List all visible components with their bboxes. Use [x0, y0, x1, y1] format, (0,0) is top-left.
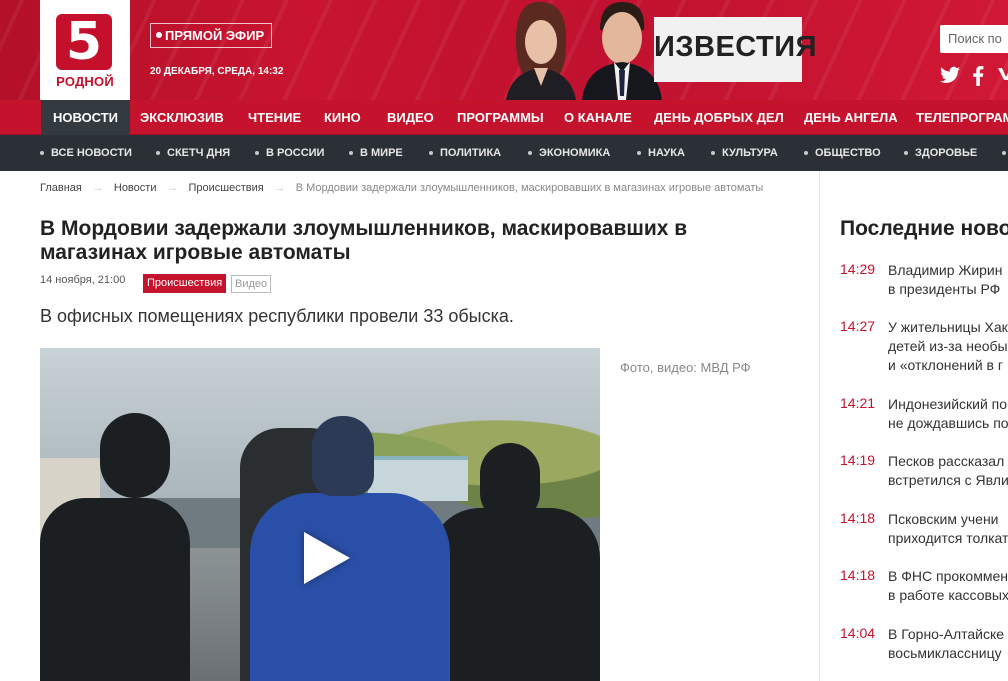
news-headline-line: восьмиклассницу — [888, 645, 1002, 661]
video-frame-officer-head — [100, 413, 170, 498]
news-time: 14:04 — [840, 625, 876, 641]
news-headline-line: В Горно-Алтайске — [888, 626, 1005, 642]
news-time: 14:18 — [840, 567, 876, 583]
news-time: 14:29 — [840, 261, 876, 277]
izvestia-label: ИЗВЕСТИЯ — [654, 31, 817, 63]
subnav-more[interactable] — [1002, 135, 1008, 171]
subnav-sketch-of-day[interactable]: СКЕТЧ ДНЯ — [156, 135, 230, 171]
news-time: 14:18 — [840, 510, 876, 526]
izvestia-logo: ИЗВЕСТИЯ — [654, 17, 817, 82]
izvestia-promo-banner[interactable]: ИЗВЕСТИЯ — [470, 0, 817, 100]
news-headline-line: приходится толкат — [888, 530, 1008, 546]
live-dot-icon — [156, 32, 162, 38]
nav-item-news[interactable]: НОВОСТИ — [41, 100, 131, 135]
news-headline-line: в президенты РФ — [888, 281, 1001, 297]
nav-item-tv-guide[interactable]: ТЕЛЕПРОГРАММА — [904, 100, 1008, 135]
video-frame-detainee-head — [312, 416, 374, 496]
nav-item-angel-day[interactable]: ДЕНЬ АНГЕЛА — [792, 100, 910, 135]
search-input[interactable]: Поиск по — [940, 25, 1008, 53]
article-date: 14 ноября, 21:00 — [40, 274, 126, 286]
news-headline-line: и «отклонений в г — [888, 357, 1003, 373]
nav-item-reading[interactable]: ЧТЕНИЕ — [236, 100, 313, 135]
nav-item-movies[interactable]: КИНО — [312, 100, 373, 135]
subnav-in-russia[interactable]: В РОССИИ — [255, 135, 324, 171]
nav-item-programs[interactable]: ПРОГРАММЫ — [445, 100, 556, 135]
video-frame-detainee — [250, 493, 450, 681]
latest-news-title: Последние ново — [840, 217, 1008, 240]
vk-icon[interactable] — [998, 66, 1008, 82]
subnav-society[interactable]: ОБЩЕСТВО — [804, 135, 881, 171]
news-headline-line: Псковским учени — [888, 511, 999, 527]
arrow-right-icon: → — [166, 182, 178, 194]
video-frame-officer — [430, 508, 600, 681]
breadcrumb: Главная → Новости → Происшествия → В Мордовии … — [40, 182, 763, 194]
news-headline-line: детей из-за необы — [888, 338, 1008, 354]
anchor-woman-image — [506, 1, 576, 100]
logo-mark: 5 — [56, 12, 112, 72]
subnav-politics[interactable]: ПОЛИТИКА — [429, 135, 501, 171]
main-nav: НОВОСТИ ЭКСКЛЮЗИВ ЧТЕНИЕ КИНО ВИДЕО ПРОГ… — [0, 100, 1008, 135]
news-headline-line: Песков рассказал — [888, 453, 1005, 469]
play-icon[interactable] — [304, 532, 350, 584]
breadcrumb-news[interactable]: Новости — [114, 182, 157, 194]
breadcrumb-home[interactable]: Главная — [40, 182, 82, 194]
anchor-man-image — [582, 2, 662, 100]
logo-text: РОДНОЙ — [56, 74, 114, 89]
subnav-science[interactable]: НАУКА — [637, 135, 685, 171]
video-frame-officer-head — [480, 443, 540, 523]
twitter-icon[interactable] — [940, 66, 960, 84]
news-time: 14:21 — [840, 395, 876, 411]
news-headline-line: Владимир Жирин — [888, 262, 1003, 278]
subnav-culture[interactable]: КУЛЬТУРА — [711, 135, 778, 171]
video-tag[interactable]: Видео — [231, 275, 272, 293]
subnav-health[interactable]: ЗДОРОВЬЕ — [904, 135, 977, 171]
news-headline-line: не дождавшись по — [888, 415, 1008, 431]
subnav-economy[interactable]: ЭКОНОМИКА — [528, 135, 610, 171]
arrow-right-icon: → — [92, 182, 104, 194]
nav-item-video[interactable]: ВИДЕО — [375, 100, 446, 135]
article-title: В Мордовии задержали злоумышленников, ма… — [40, 217, 688, 264]
news-headline-line: Индонезийский по — [888, 396, 1008, 412]
news-headline-line: В ФНС прокоммен — [888, 568, 1008, 584]
subnav-in-world[interactable]: В МИРЕ — [349, 135, 403, 171]
photo-credit: Фото, видео: МВД РФ — [620, 360, 751, 375]
arrow-right-icon: → — [274, 182, 286, 194]
facebook-icon[interactable] — [972, 66, 984, 86]
video-frame-officer — [40, 498, 190, 681]
logo-number: 5 — [65, 12, 103, 72]
nav-item-exclusive[interactable]: ЭКСКЛЮЗИВ — [128, 100, 236, 135]
news-headline-line: встретился с Явли — [888, 472, 1008, 488]
channel-logo[interactable]: 5 РОДНОЙ — [40, 0, 130, 100]
breadcrumb-incidents[interactable]: Происшествия — [188, 182, 263, 194]
news-headline-line: У жительницы Хак — [888, 319, 1008, 335]
site-header: 5 РОДНОЙ ПРЯМОЙ ЭФИР 20 ДЕКАБРЯ, СРЕДА, … — [0, 0, 1008, 100]
video-player[interactable] — [40, 348, 600, 681]
nav-item-about[interactable]: О КАНАЛЕ — [552, 100, 644, 135]
news-category-nav: ВСЕ НОВОСТИ СКЕТЧ ДНЯ В РОССИИ В МИРЕ ПО… — [0, 135, 1008, 171]
news-time: 14:27 — [840, 318, 876, 334]
live-label: ПРЯМОЙ ЭФИР — [165, 28, 265, 43]
news-headline-line: в работе кассовых — [888, 587, 1008, 603]
live-stream-button[interactable]: ПРЯМОЙ ЭФИР — [150, 23, 273, 48]
news-time: 14:19 — [840, 452, 876, 468]
article-lead: В офисных помещениях республики провели … — [40, 306, 514, 326]
nav-item-good-deeds-day[interactable]: ДЕНЬ ДОБРЫХ ДЕЛ — [642, 100, 796, 135]
breadcrumb-current: В Мордовии задержали злоумышленников, ма… — [295, 182, 764, 194]
category-tag[interactable]: Происшествия — [143, 274, 227, 293]
sidebar-divider — [819, 171, 820, 681]
current-date: 20 ДЕКАБРЯ, СРЕДА, 14:32 — [150, 66, 284, 77]
subnav-all-news[interactable]: ВСЕ НОВОСТИ — [40, 135, 132, 171]
search-placeholder: Поиск по — [948, 31, 1002, 46]
